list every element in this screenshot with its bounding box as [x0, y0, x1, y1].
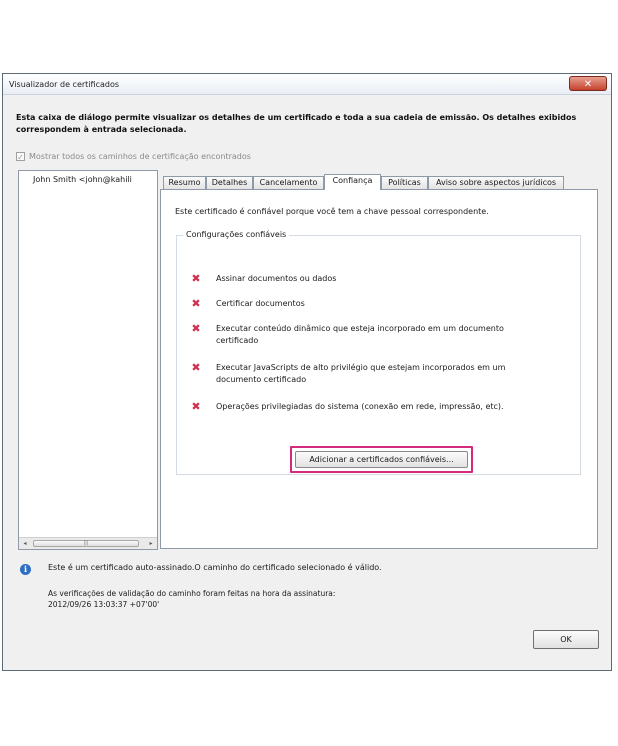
scroll-right-icon[interactable]: ▸	[146, 539, 156, 548]
permission-label: Operações privilegiadas do sistema (cone…	[216, 402, 504, 411]
horizontal-scrollbar[interactable]: ◂ ||| ▸	[19, 537, 157, 549]
validation-time: 2012/09/26 13:03:37 +07'00'	[48, 600, 160, 609]
permission-item: ✖ Executar JavaScripts de alto privilégi…	[191, 361, 536, 386]
permission-item: ✖ Executar conteúdo dinâmico que esteja …	[191, 322, 536, 347]
window-title: Visualizador de certificados	[9, 80, 120, 89]
permission-item: ✖ Certificar documentos	[191, 297, 536, 310]
tree-item-john-smith[interactable]: John Smith <john@kahili	[33, 175, 132, 184]
tab-detalhes[interactable]: Detalhes	[206, 176, 253, 189]
close-button[interactable]: ✕	[569, 76, 607, 91]
certificate-viewer-dialog: Visualizador de certificados ✕ Esta caix…	[2, 73, 612, 671]
permission-label: Executar conteúdo dinâmico que esteja in…	[216, 324, 504, 345]
denied-icon: ✖	[191, 361, 201, 374]
scroll-thumb[interactable]: |||	[33, 540, 139, 547]
intro-text: Esta caixa de diálogo permite visualizar…	[16, 113, 577, 134]
scroll-left-icon[interactable]: ◂	[20, 539, 30, 548]
close-icon: ✕	[583, 79, 593, 90]
certificate-status-text: Este é um certificado auto-assinado.O ca…	[48, 563, 382, 572]
permission-label: Certificar documentos	[216, 299, 305, 308]
permission-label: Executar JavaScripts de alto privilégio …	[216, 363, 506, 384]
denied-icon: ✖	[191, 272, 201, 285]
info-icon: i	[20, 564, 31, 575]
tab-cancelamento[interactable]: Cancelamento	[253, 176, 324, 189]
show-all-paths-checkbox[interactable]: ✓ Mostrar todos os caminhos de certifica…	[16, 150, 251, 162]
validation-label: As verificações de validação do caminho …	[48, 589, 336, 598]
permission-item: ✖ Assinar documentos ou dados	[191, 272, 536, 285]
denied-icon: ✖	[191, 322, 201, 335]
trusted-settings-group: Configurações confiáveis ✖ Assinar docum…	[176, 230, 581, 475]
validation-note: As verificações de validação do caminho …	[48, 588, 335, 610]
tab-aviso-juridico[interactable]: Aviso sobre aspectos jurídicos	[428, 176, 564, 189]
tab-politicas[interactable]: Políticas	[381, 176, 428, 189]
denied-icon: ✖	[191, 400, 201, 413]
permission-item: ✖ Operações privilegiadas do sistema (co…	[191, 400, 536, 413]
add-button-highlight: Adicionar a certificados confiáveis...	[290, 446, 473, 473]
group-title: Configurações confiáveis	[183, 230, 290, 239]
tab-confianca[interactable]: Confiança	[324, 174, 381, 190]
tab-resumo[interactable]: Resumo	[163, 176, 206, 189]
denied-icon: ✖	[191, 297, 201, 310]
trust-description: Este certificado é confiável porque você…	[175, 207, 489, 216]
add-to-trusted-button[interactable]: Adicionar a certificados confiáveis...	[295, 451, 468, 468]
checkbox-check-icon: ✓	[16, 151, 25, 162]
ok-button[interactable]: OK	[533, 630, 599, 649]
permission-label: Assinar documentos ou dados	[216, 274, 337, 283]
certificate-chain-tree[interactable]: John Smith <john@kahili ◂ ||| ▸	[18, 170, 158, 550]
title-bar: Visualizador de certificados ✕	[3, 74, 611, 95]
show-all-paths-label: Mostrar todos os caminhos de certificaçã…	[29, 151, 251, 161]
trust-tab-panel: Este certificado é confiável porque você…	[160, 189, 598, 549]
